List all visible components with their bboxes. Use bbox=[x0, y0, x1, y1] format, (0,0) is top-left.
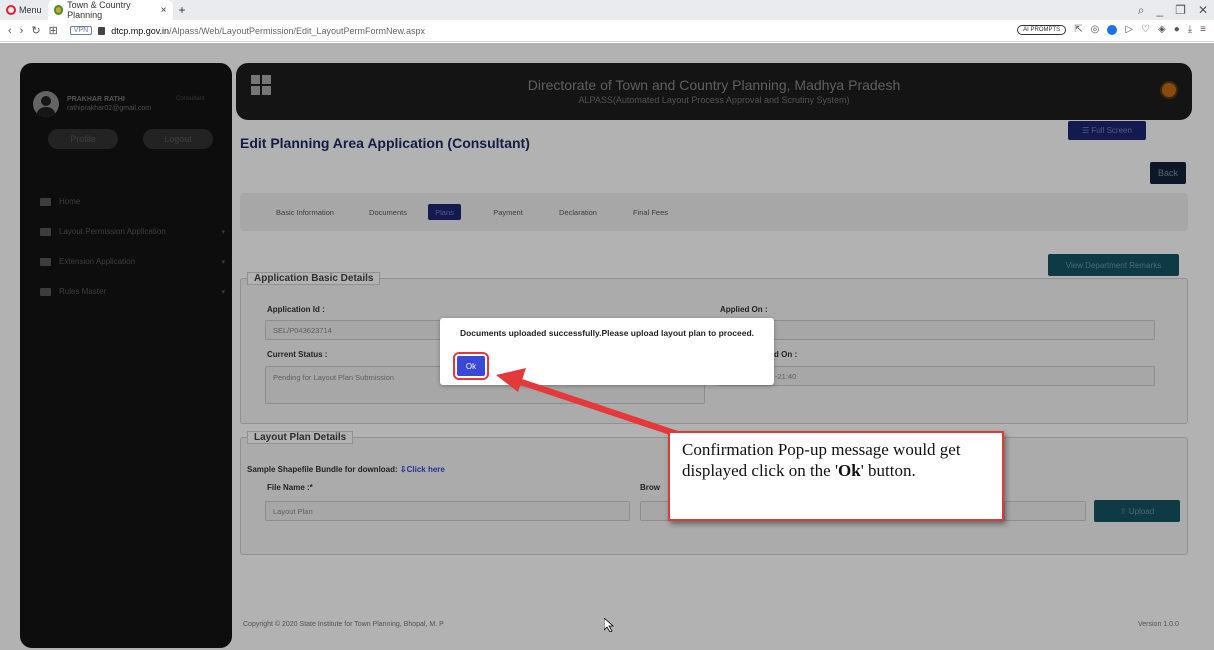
heart-icon[interactable]: ♡ bbox=[1141, 24, 1150, 35]
cube-icon[interactable]: ◈ bbox=[1158, 24, 1166, 35]
lock-icon[interactable] bbox=[98, 26, 106, 35]
ok-button[interactable]: Ok bbox=[453, 352, 489, 380]
callout-bold: Ok bbox=[838, 461, 861, 480]
new-tab-button[interactable]: + bbox=[173, 0, 192, 20]
back-nav-icon[interactable]: ‹ bbox=[8, 25, 12, 37]
browser-tab[interactable]: Town & Country Planning × bbox=[47, 0, 173, 20]
browser-tab-title: Town & Country Planning bbox=[67, 0, 131, 20]
vpn-badge[interactable]: VPN bbox=[69, 26, 93, 35]
play-icon[interactable]: ▷ bbox=[1125, 24, 1133, 35]
camera-icon[interactable]: ◎ bbox=[1091, 24, 1100, 35]
browser-menu-label: Menu bbox=[19, 5, 42, 15]
url-path: /Alpass/Web/LayoutPermission/Edit_Layout… bbox=[169, 25, 426, 36]
window-controls: ⌕ _ ❐ ✕ bbox=[1138, 3, 1208, 18]
reload-icon[interactable]: ↻ bbox=[31, 24, 40, 37]
share-icon[interactable]: ⇱ bbox=[1074, 24, 1082, 35]
ai-prompts-button[interactable]: AI PROMPTS bbox=[1017, 24, 1067, 35]
forward-nav-icon[interactable]: › bbox=[20, 25, 24, 37]
mouse-cursor-icon bbox=[604, 618, 615, 632]
download-icon[interactable]: ⤓ bbox=[1188, 24, 1192, 35]
profile-icon[interactable]: ● bbox=[1174, 24, 1180, 35]
url-field[interactable]: dtcp.mp.gov.in/Alpass/Web/LayoutPermissi… bbox=[111, 26, 425, 36]
search-tabs-icon[interactable]: ⌕ bbox=[1138, 3, 1145, 18]
callout-text-end: ' button. bbox=[860, 461, 916, 480]
close-window-icon[interactable]: ✕ bbox=[1198, 3, 1208, 18]
opera-logo-icon bbox=[6, 5, 16, 15]
speed-dial-icon[interactable]: ⊞ bbox=[49, 24, 58, 37]
browser-tab-bar: Menu Town & Country Planning × + ⌕ _ ❐ ✕ bbox=[0, 0, 1214, 20]
callout-text: Confirmation Pop-up message would get di… bbox=[682, 440, 961, 480]
menu-icon[interactable]: ≡ bbox=[1200, 24, 1206, 35]
instruction-callout: Confirmation Pop-up message would get di… bbox=[668, 431, 1004, 521]
url-host: dtcp.mp.gov.in bbox=[111, 25, 170, 36]
modal-overlay-sidebar bbox=[20, 63, 232, 648]
dialog-message: Documents uploaded successfully.Please u… bbox=[459, 328, 755, 338]
site-favicon-icon bbox=[53, 5, 64, 15]
restore-icon[interactable]: ❐ bbox=[1175, 3, 1186, 18]
confirmation-dialog: Documents uploaded successfully.Please u… bbox=[440, 318, 774, 385]
browser-tools: AI PROMPTS ⇱ ◎ ▷ ♡ ◈ ● ⤓ ≡ bbox=[1017, 24, 1206, 35]
shield-icon[interactable] bbox=[1107, 24, 1118, 35]
minimize-icon[interactable]: _ bbox=[1156, 3, 1163, 18]
browser-menu[interactable]: Menu bbox=[0, 0, 48, 20]
close-tab-icon[interactable]: × bbox=[161, 5, 167, 16]
